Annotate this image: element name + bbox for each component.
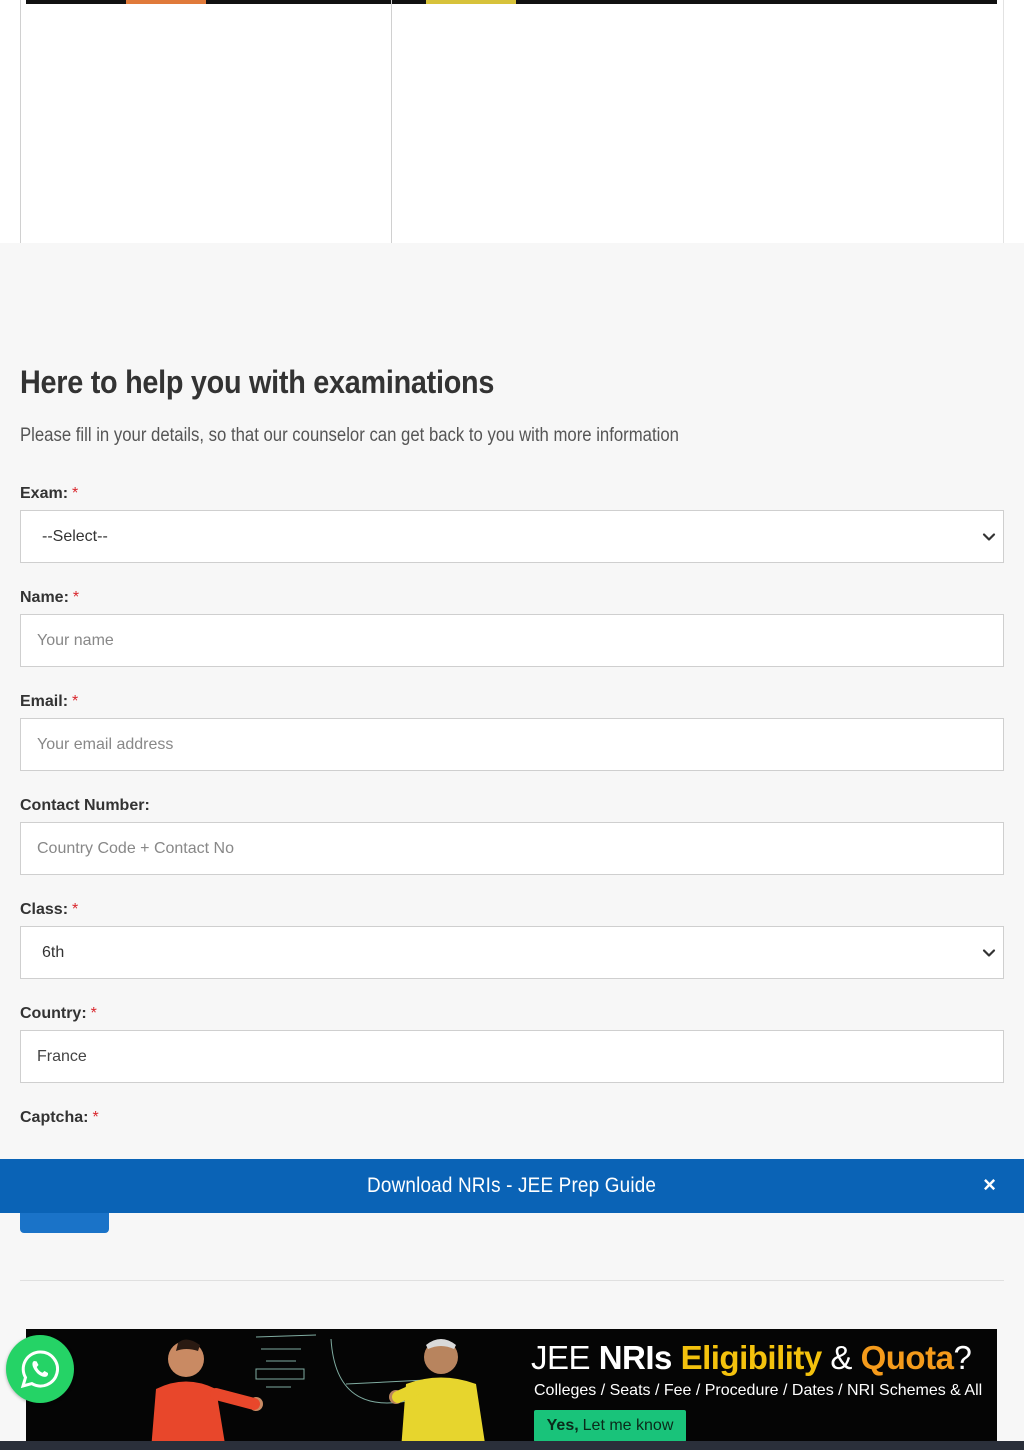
bottom-nav-bar [0,1441,1024,1450]
name-field-box [20,614,1004,667]
cta-bold: Yes, [546,1417,579,1434]
required-mark: * [72,693,79,710]
exam-select[interactable]: --Select-- [20,510,1004,563]
promo-headline-b: NRIs [598,1339,681,1376]
class-label-text: Class: [20,901,69,918]
contact-field-box [20,822,1004,875]
email-field-box [20,718,1004,771]
content-card-left [20,0,392,243]
required-mark: * [72,901,79,918]
chevron-down-icon [982,533,996,541]
content-card-right [392,0,1004,243]
email-input[interactable] [21,719,1003,770]
email-label: Email: * [20,693,78,711]
download-guide-text: Download NRIs - JEE Prep Guide [367,1174,657,1197]
whatsapp-button[interactable] [6,1335,74,1403]
download-guide-banner[interactable]: Download NRIs - JEE Prep Guide × [0,1159,1024,1213]
required-mark: * [72,589,80,606]
promo-headline-f: ? [953,1339,972,1376]
captcha-label-text: Captcha: [20,1109,89,1126]
required-mark: * [90,1005,97,1022]
contact-input[interactable] [21,823,1003,874]
promo-headline-d: & [821,1339,861,1376]
promo-headline-a: JEE [531,1339,599,1376]
email-label-text: Email: [20,693,69,710]
class-select-value: 6th [42,943,65,961]
promo-headline: JEE NRIs Eligibility & Quota? [531,1339,972,1377]
teachers-illustration [151,1334,486,1450]
exam-select-value: --Select-- [42,527,108,545]
class-label: Class: * [20,901,78,919]
required-mark: * [92,1109,99,1126]
country-label: Country: * [20,1005,97,1023]
name-label: Name: * [20,589,79,607]
promo-headline-e: Quota [860,1339,954,1376]
exam-label-text: Exam: [20,485,69,502]
class-select[interactable]: 6th [20,926,1004,979]
form-title: Here to help you with examinations [20,364,495,400]
promo-subline: Colleges / Seats / Fee / Procedure / Dat… [534,1382,983,1399]
country-field-box [20,1030,1004,1083]
promo-headline-c: Eligibility [680,1339,823,1376]
top-content-area [0,0,1024,243]
chevron-down-icon [982,949,996,957]
required-mark: * [72,485,79,502]
name-input[interactable] [21,615,1003,666]
country-input[interactable] [21,1031,1003,1082]
close-icon[interactable]: × [983,1173,996,1197]
cta-rest: Let me know [582,1417,674,1434]
contact-label: Contact Number: [20,797,150,815]
contact-label-text: Contact Number: [20,797,150,814]
captcha-label: Captcha: * [20,1109,99,1127]
exam-label: Exam: * [20,485,78,503]
whatsapp-icon [20,1350,59,1389]
name-label-text: Name: [20,589,69,606]
form-subtitle: Please fill in your details, so that our… [20,425,679,446]
promo-banner[interactable]: JEE NRIs Eligibility & Quota? Colleges /… [26,1329,997,1450]
country-label-text: Country: [20,1005,87,1022]
let-me-know-button[interactable]: Yes, Let me know [534,1410,686,1442]
section-divider [20,1280,1004,1281]
